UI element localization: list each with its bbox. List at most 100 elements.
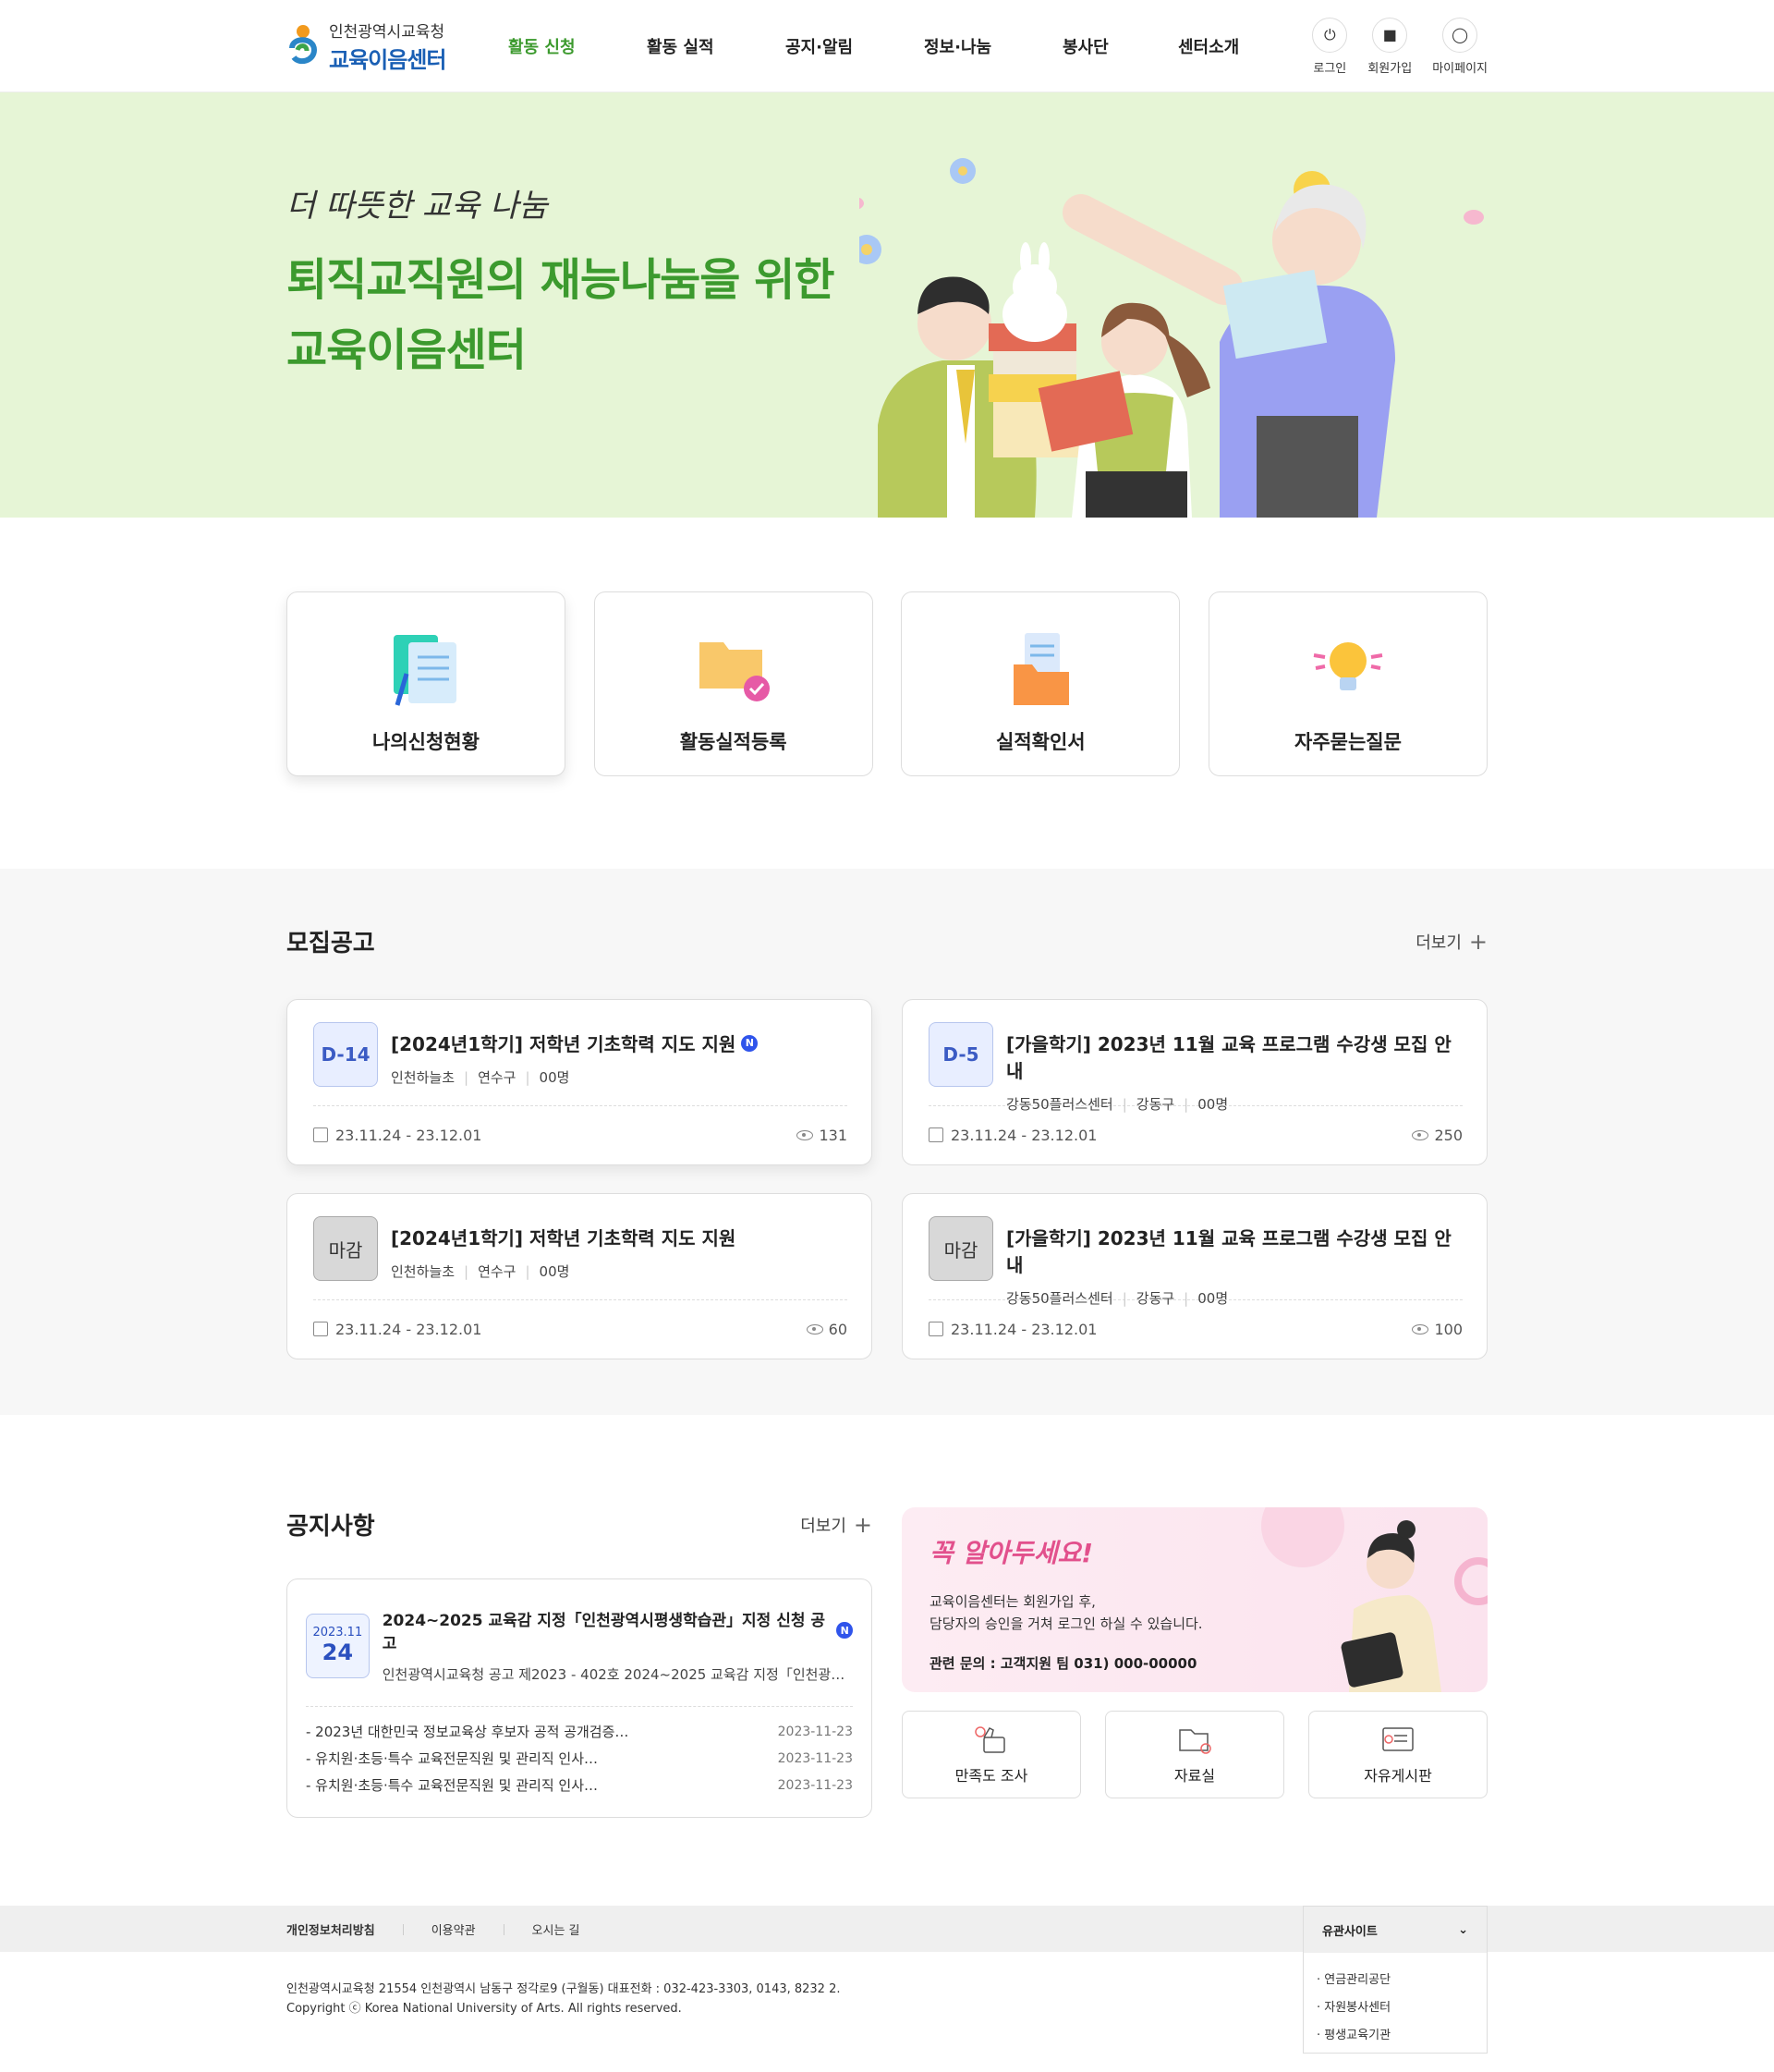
recruit-views: 250	[1434, 1127, 1463, 1144]
mypage-label: 마이페이지	[1432, 61, 1488, 76]
site-footer: 개인정보처리방침 이용약관 오시는 길 유관사이트 ⌄ · 연금관리공단 · 자원…	[0, 1906, 1774, 2072]
recruit-card[interactable]: 마감 [2024년1학기] 저학년 기초학력 지도 지원 인천하늘초연수구00명…	[286, 1193, 872, 1359]
recruit-org: 인천하늘초	[391, 1069, 456, 1086]
notice-item-title: - 유치원·초등·특수 교육전문직원 및 관리직 인사…	[306, 1750, 598, 1767]
dday-badge: D-14	[313, 1022, 378, 1087]
notice-item-title: - 유치원·초등·특수 교육전문직원 및 관리직 인사…	[306, 1777, 598, 1794]
eye-icon	[796, 1130, 814, 1140]
recruit-area: 강동구	[1113, 1290, 1174, 1307]
document-list-icon	[394, 635, 456, 706]
recruit-card[interactable]: 마감 [가을학기] 2023년 11월 교육 프로그램 수강생 모집 안내 강동…	[902, 1193, 1488, 1359]
util-menu: ⏻ 로그인 ■ 회원가입 ◯ 마이페이지	[1312, 17, 1488, 76]
nav-activity-apply[interactable]: 활동 신청	[508, 38, 576, 57]
nav-volunteer[interactable]: 봉사단	[1063, 38, 1109, 57]
dday-badge: D-5	[929, 1022, 993, 1087]
plus-icon: +	[853, 1511, 872, 1538]
recruit-card[interactable]: D-5 [가을학기] 2023년 11월 교육 프로그램 수강생 모집 안내 강…	[902, 999, 1488, 1165]
board-icon	[1382, 1726, 1414, 1751]
recruit-org: 강동50플러스센터	[1006, 1290, 1113, 1307]
more-label: 더보기	[1416, 932, 1462, 953]
quick-my-application[interactable]: 나의신청현황	[286, 591, 565, 776]
quick-label: 나의신청현황	[372, 731, 480, 753]
survey-button[interactable]: 만족도 조사	[902, 1711, 1081, 1798]
closed-badge: 마감	[929, 1216, 993, 1281]
shortcut-label: 자유게시판	[1364, 1766, 1432, 1785]
calendar-icon	[313, 1322, 328, 1336]
recruit-period: 23.11.24 - 23.12.01	[335, 1127, 482, 1144]
notice-title: 공지사항	[286, 1513, 375, 1541]
quick-label: 자주묻는질문	[1294, 731, 1402, 753]
more-label: 더보기	[800, 1516, 846, 1536]
user-icon: ◯	[1442, 17, 1478, 53]
footer-copyright: Copyright ⓒ Korea National University of…	[286, 2002, 682, 2016]
featured-notice-title: 2024~2025 교육감 지정「인천광역시평생학습관」지정 신청 공고	[382, 1612, 826, 1653]
notice-item-date: 2023-11-23	[777, 1750, 853, 1766]
mypage-button[interactable]: ◯ 마이페이지	[1432, 17, 1488, 76]
recruit-period: 23.11.24 - 23.12.01	[951, 1321, 1098, 1338]
featured-notice[interactable]: 2023.11 24 2024~2025 교육감 지정「인천광역시평생학습관」지…	[306, 1607, 853, 1707]
logo-site-name: 교육이음센터	[329, 47, 446, 73]
related-sites-title: 유관사이트	[1322, 1924, 1378, 1939]
notice-item-date: 2023-11-23	[777, 1724, 853, 1739]
notice-list-item[interactable]: - 유치원·초등·특수 교육전문직원 및 관리직 인사… 2023-11-23	[306, 1745, 853, 1772]
notice-more-button[interactable]: 더보기 +	[800, 1512, 872, 1538]
nav-activity-record[interactable]: 활동 실적	[647, 38, 714, 57]
recruit-count: 00명	[1174, 1290, 1228, 1307]
hero-illustration	[859, 158, 1484, 518]
recruit-org: 인천하늘초	[391, 1263, 456, 1280]
hero-banner: 더 따뜻한 교육 나눔 퇴직교직원의 재능나눔을 위한 교육이음센터	[0, 92, 1774, 518]
lock-icon: ■	[1372, 17, 1408, 53]
login-button[interactable]: ⏻ 로그인	[1312, 17, 1348, 76]
recruit-views: 60	[828, 1321, 847, 1338]
nav-about[interactable]: 센터소개	[1178, 38, 1239, 57]
related-site-item[interactable]: · 평생교육기관	[1317, 2019, 1474, 2047]
signup-button[interactable]: ■ 회원가입	[1367, 17, 1413, 76]
hero-subtitle: 더 따뜻한 교육 나눔	[286, 188, 548, 225]
featured-notice-summary: 인천광역시교육청 공고 제2023 - 402호 2024~2025 교육감 지…	[382, 1666, 845, 1683]
recruit-period: 23.11.24 - 23.12.01	[951, 1127, 1098, 1144]
signup-label: 회원가입	[1367, 61, 1413, 76]
hero-title-line1: 퇴직교직원의 재능나눔을 위한	[286, 254, 835, 306]
recruit-area: 강동구	[1113, 1096, 1174, 1113]
privacy-policy-link[interactable]: 개인정보처리방침	[286, 1920, 375, 1938]
archive-button[interactable]: 자료실	[1105, 1711, 1284, 1798]
nav-info-share[interactable]: 정보·나눔	[924, 38, 991, 57]
new-badge: N	[741, 1034, 759, 1052]
recruit-more-button[interactable]: 더보기 +	[1416, 929, 1488, 955]
eye-icon	[1412, 1130, 1429, 1140]
recruit-area: 연수구	[455, 1069, 516, 1086]
notice-year-month: 2023.11	[312, 1626, 363, 1639]
quick-label: 활동실적등록	[679, 731, 787, 753]
recruit-title: 모집공고	[286, 930, 375, 957]
quick-activity-register[interactable]: 활동실적등록	[593, 591, 873, 776]
notice-item-date: 2023-11-23	[777, 1777, 853, 1793]
quick-faq[interactable]: 자주묻는질문	[1208, 591, 1488, 776]
logo-org: 인천광역시교육청	[329, 23, 445, 42]
free-board-button[interactable]: 자유게시판	[1308, 1711, 1488, 1798]
terms-link[interactable]: 이용약관	[403, 1920, 476, 1938]
notice-list-item[interactable]: - 2023년 대한민국 정보교육상 후보자 공적 공개검증… 2023-11-2…	[306, 1718, 853, 1745]
recruit-card-title: [2024년1학기] 저학년 기초학력 지도 지원	[391, 1033, 736, 1055]
quick-certificate[interactable]: 실적확인서	[901, 591, 1181, 776]
recruit-count: 00명	[516, 1263, 569, 1280]
site-logo[interactable]: 인천광역시교육청 교육이음센터	[286, 18, 471, 74]
recruit-area: 연수구	[455, 1263, 516, 1280]
recruit-card[interactable]: D-14 [2024년1학기] 저학년 기초학력 지도 지원 N 인천하늘초연수구…	[286, 999, 872, 1165]
plus-icon: +	[1468, 928, 1488, 955]
closed-badge: 마감	[313, 1216, 378, 1281]
directions-link[interactable]: 오시는 길	[504, 1920, 580, 1938]
lightbulb-icon	[1313, 642, 1383, 690]
calendar-icon	[929, 1127, 943, 1142]
logo-mark-icon	[289, 25, 318, 65]
shortcut-label: 만족도 조사	[954, 1766, 1028, 1785]
notice-list: - 2023년 대한민국 정보교육상 후보자 공적 공개검증… 2023-11-2…	[306, 1718, 853, 1798]
document-folder-icon	[1014, 633, 1070, 705]
recruit-count: 00명	[516, 1069, 569, 1086]
staff-illustration	[1261, 1507, 1488, 1692]
chevron-down-icon: ⌄	[1458, 1922, 1468, 1937]
site-header: 인천광역시교육청 교육이음센터 활동 신청 활동 실적 공지·알림 정보·나눔 …	[0, 0, 1774, 92]
recruit-org: 강동50플러스센터	[1006, 1096, 1113, 1113]
nav-notice[interactable]: 공지·알림	[785, 38, 853, 57]
recruit-card-title: [2024년1학기] 저학년 기초학력 지도 지원	[391, 1227, 736, 1249]
notice-list-item[interactable]: - 유치원·초등·특수 교육전문직원 및 관리직 인사… 2023-11-23	[306, 1772, 853, 1798]
